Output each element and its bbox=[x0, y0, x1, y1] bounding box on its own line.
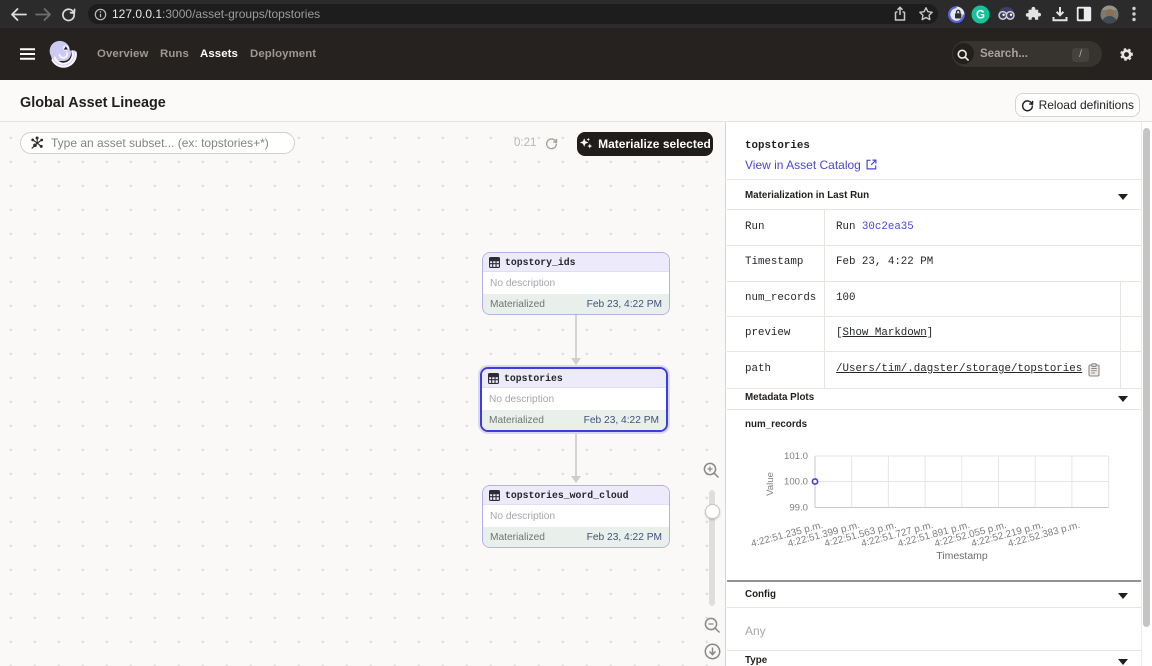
svg-text:Timestamp: Timestamp bbox=[936, 550, 988, 562]
svg-text:G: G bbox=[976, 9, 985, 21]
svg-text:Value: Value bbox=[765, 472, 776, 496]
svg-text:101.0: 101.0 bbox=[784, 451, 808, 462]
svg-text:99.0: 99.0 bbox=[789, 503, 808, 514]
svg-text:100.0: 100.0 bbox=[784, 477, 808, 488]
